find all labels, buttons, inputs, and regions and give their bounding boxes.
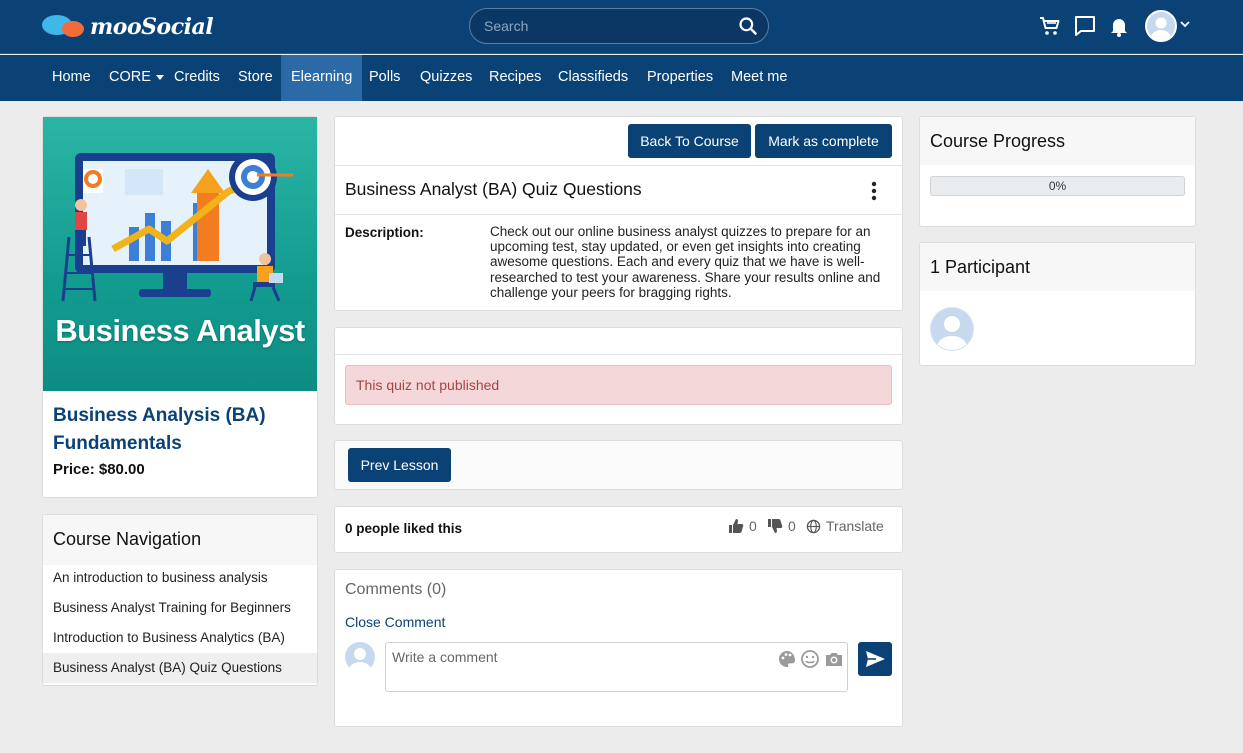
chevron-down-icon[interactable] — [1179, 18, 1191, 30]
nav-item-meet-me[interactable]: Meet me — [721, 55, 797, 101]
nav-item-home[interactable]: Home — [42, 55, 101, 101]
comment-input[interactable] — [392, 649, 772, 685]
nav-item-recipes[interactable]: Recipes — [479, 55, 551, 101]
back-to-course-button[interactable]: Back To Course — [628, 124, 751, 158]
nav-item-core[interactable]: CORE — [99, 55, 174, 101]
divider — [335, 354, 902, 355]
course-navigation-title: Course Navigation — [53, 529, 202, 549]
emoji-icon[interactable] — [800, 649, 820, 669]
participants-title: 1 Participant — [930, 257, 1031, 277]
quiz-not-published-alert: This quiz not published — [345, 365, 892, 405]
logo-icon — [42, 13, 88, 41]
progress-bar: 0% — [930, 176, 1185, 196]
lesson-title: Business Analyst (BA) Quiz Questions — [345, 179, 642, 199]
dislike-button[interactable]: 0 — [767, 518, 796, 534]
course-image[interactable]: Business Analyst — [43, 117, 317, 391]
top-header: mooSocial — [0, 0, 1243, 54]
nav-item-store[interactable]: Store — [228, 55, 283, 101]
palette-icon[interactable] — [777, 649, 797, 669]
close-comment-link[interactable]: Close Comment — [345, 614, 445, 630]
course-illustration — [61, 153, 293, 302]
nav-item-polls[interactable]: Polls — [359, 55, 410, 101]
mark-complete-button[interactable]: Mark as complete — [755, 124, 892, 158]
bell-icon[interactable] — [1107, 14, 1131, 38]
nav-item-elearning[interactable]: Elearning — [281, 55, 363, 101]
send-icon — [866, 651, 885, 667]
globe-icon — [806, 519, 821, 533]
search-input[interactable] — [484, 9, 724, 43]
nav-item-credits[interactable]: Credits — [164, 55, 230, 101]
description-text: Check out our online business analyst qu… — [490, 224, 881, 300]
likes-summary: 0 people liked this — [345, 521, 463, 536]
nav-item-classifieds[interactable]: Classifieds — [548, 55, 638, 101]
like-count: 0 — [749, 518, 757, 534]
search-bar — [469, 8, 769, 44]
search-icon[interactable] — [738, 16, 758, 36]
translate-label: Translate — [826, 518, 884, 534]
chat-icon[interactable] — [1073, 14, 1097, 38]
course-progress-title: Course Progress — [930, 131, 1066, 151]
lesson-link[interactable]: Business Analyst Training for Beginners — [43, 593, 317, 623]
divider — [335, 214, 902, 215]
like-button[interactable]: 0 — [728, 518, 757, 534]
logo-text: mooSocial — [90, 14, 214, 40]
course-navigation-card: Course Navigation An introduction to bus… — [42, 514, 318, 686]
cart-icon[interactable] — [1038, 14, 1062, 38]
dislike-count: 0 — [788, 518, 796, 534]
participant-avatar[interactable] — [930, 307, 974, 351]
user-avatar[interactable] — [1145, 10, 1177, 42]
caret-down-icon — [155, 74, 164, 80]
lesson-link-active[interactable]: Business Analyst (BA) Quiz Questions — [43, 653, 317, 683]
camera-icon[interactable] — [824, 649, 844, 669]
nav-item-quizzes[interactable]: Quizzes — [410, 55, 482, 101]
comments-card: Comments (0) Close Comment — [334, 569, 903, 727]
thumbs-up-icon — [729, 519, 744, 533]
more-options-icon[interactable] — [866, 180, 882, 202]
lesson-card: Back To Course Mark as complete Business… — [334, 116, 903, 311]
progress-value: 0% — [1048, 179, 1067, 193]
description-label: Description: — [345, 225, 424, 240]
send-comment-button[interactable] — [858, 642, 892, 676]
thumbs-down-icon — [768, 519, 783, 533]
lesson-link[interactable]: An introduction to business analysis — [43, 563, 317, 593]
translate-link[interactable]: Translate — [806, 518, 884, 534]
quiz-status-card: This quiz not published — [334, 327, 903, 425]
likes-card: 0 people liked this 0 0 Translate — [334, 506, 903, 553]
lesson-link[interactable]: Introduction to Business Analytics (BA) — [43, 623, 317, 653]
lesson-pagination-card: Prev Lesson — [334, 440, 903, 490]
comments-title: Comments (0) — [345, 581, 447, 598]
commenter-avatar — [345, 642, 375, 672]
course-card: Business Analyst Business Analysis (BA) … — [42, 116, 318, 498]
main-nav: Home CORE Credits Store Elearning Polls … — [0, 55, 1243, 101]
prev-lesson-button[interactable]: Prev Lesson — [348, 448, 451, 482]
divider — [335, 165, 902, 166]
participants-card: 1 Participant — [919, 242, 1196, 366]
site-logo[interactable]: mooSocial — [42, 12, 214, 42]
nav-item-properties[interactable]: Properties — [637, 55, 723, 101]
course-price: Price: $80.00 — [53, 461, 145, 478]
comment-box — [385, 642, 848, 692]
course-image-caption: Business Analyst — [55, 313, 305, 348]
course-progress-card: Course Progress 0% — [919, 116, 1196, 227]
course-title[interactable]: Business Analysis (BA) Fundamentals — [53, 402, 307, 458]
